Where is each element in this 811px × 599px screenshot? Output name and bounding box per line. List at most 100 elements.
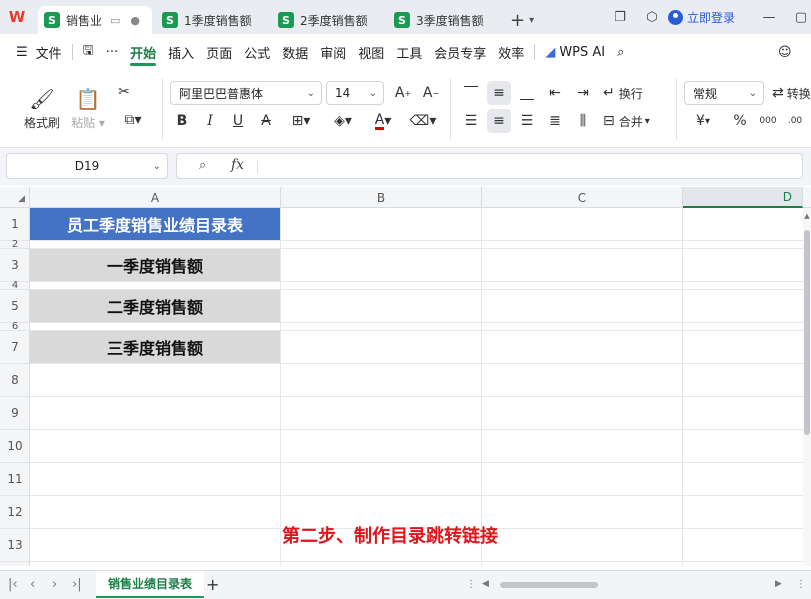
vertical-scrollbar[interactable]: ▲ bbox=[803, 208, 811, 566]
cell-a1-title[interactable]: 员工季度销售业绩目录表 bbox=[30, 208, 280, 240]
search-icon[interactable]: ⌕ bbox=[611, 34, 630, 70]
column-header-c[interactable]: C bbox=[482, 187, 683, 208]
cut-icon[interactable]: ✂ bbox=[112, 80, 136, 104]
row-header-6[interactable]: 6 bbox=[0, 321, 29, 332]
align-left-icon[interactable]: ☰ bbox=[459, 109, 483, 133]
row-header-10[interactable]: 10 bbox=[0, 430, 29, 463]
menu-insert[interactable]: 插入 bbox=[162, 34, 200, 70]
menu-member[interactable]: 会员专享 bbox=[428, 34, 492, 70]
row-header-7[interactable]: 7 bbox=[0, 331, 29, 364]
merge-button[interactable]: ⊟ 合并 ▾ bbox=[603, 109, 650, 133]
fill-color-icon[interactable]: ◈▾ bbox=[326, 109, 360, 133]
wps-logo-icon[interactable]: W bbox=[0, 0, 34, 34]
last-sheet-icon[interactable]: ›| bbox=[72, 577, 82, 592]
menu-efficiency[interactable]: 效率 bbox=[492, 34, 530, 70]
select-all-corner[interactable]: ◢ bbox=[0, 187, 30, 208]
menu-file[interactable]: 文件 bbox=[30, 34, 68, 70]
menu-view[interactable]: 视图 bbox=[352, 34, 390, 70]
row-header-4[interactable]: 4 bbox=[0, 280, 29, 291]
zoom-icon[interactable]: ⌕ bbox=[199, 158, 206, 173]
horizontal-scrollbar[interactable] bbox=[490, 580, 770, 590]
row-header-2[interactable]: 2 bbox=[0, 239, 29, 250]
italic-icon[interactable]: I bbox=[198, 109, 222, 133]
formula-input[interactable]: ⌕ fx bbox=[176, 153, 803, 179]
scroll-right-icon[interactable]: ▶ bbox=[775, 579, 782, 589]
name-box[interactable]: D19 ⌄ bbox=[6, 153, 168, 179]
next-sheet-icon[interactable]: › bbox=[52, 577, 57, 592]
menu-data[interactable]: 数据 bbox=[276, 34, 314, 70]
clear-format-icon[interactable]: ⌫▾ bbox=[406, 109, 440, 133]
wrap-text-button[interactable]: ↵ 换行 bbox=[603, 81, 643, 105]
number-format-select[interactable]: 常规 ⌄ bbox=[684, 81, 764, 105]
cell-a5-q2-link[interactable]: 二季度销售额 bbox=[30, 290, 280, 322]
font-color-icon[interactable]: A ▾ bbox=[366, 109, 400, 133]
minimize-icon[interactable]: — bbox=[759, 10, 779, 25]
doc-tab-sales-directory[interactable]: S 销售业 ▭ ● bbox=[38, 6, 152, 34]
row-header-3[interactable]: 3 bbox=[0, 249, 29, 282]
cell-grid[interactable]: 员工季度销售业绩目录表 一季度销售额 二季度销售额 三季度销售额 bbox=[30, 208, 803, 566]
decrease-font-icon[interactable]: A − bbox=[419, 81, 443, 105]
align-center-icon[interactable]: ≡ bbox=[487, 109, 511, 133]
comment-icon[interactable]: ☺ bbox=[772, 34, 798, 70]
wps-ai-button[interactable]: ◢ WPS AI bbox=[539, 34, 611, 70]
row-header-8[interactable]: 8 bbox=[0, 364, 29, 397]
menu-page[interactable]: 页面 bbox=[200, 34, 238, 70]
scroll-left-icon[interactable]: ◀ bbox=[482, 579, 489, 589]
format-painter-button[interactable]: 🖌 格式刷 bbox=[18, 80, 66, 136]
row-header-13[interactable]: 13 bbox=[0, 529, 29, 562]
row-header-12[interactable]: 12 bbox=[0, 496, 29, 529]
underline-icon[interactable]: U bbox=[226, 109, 250, 133]
increase-font-icon[interactable]: A + bbox=[391, 81, 415, 105]
menu-formula[interactable]: 公式 bbox=[238, 34, 276, 70]
vertical-scroll-thumb[interactable] bbox=[804, 230, 810, 435]
more-icon[interactable]: ··· bbox=[100, 34, 124, 70]
decimal-icon[interactable]: .00 bbox=[784, 109, 806, 133]
cell-a7-q3-link[interactable]: 三季度销售额 bbox=[30, 331, 280, 363]
maximize-icon[interactable]: ▢ bbox=[791, 10, 811, 25]
paste-button[interactable]: 📋 粘贴 ▾ bbox=[68, 80, 108, 136]
copy-icon[interactable]: ⧉▾ bbox=[116, 108, 150, 132]
login-button[interactable]: 立即登录 bbox=[667, 9, 735, 26]
column-header-a[interactable]: A bbox=[30, 187, 281, 208]
decrease-indent-icon[interactable]: ⇤ bbox=[543, 81, 567, 105]
align-top-icon[interactable]: ⎺ bbox=[459, 81, 483, 105]
cell-a3-q1-link[interactable]: 一季度销售额 bbox=[30, 249, 280, 281]
currency-button[interactable]: ¥ ▾ bbox=[686, 109, 720, 133]
menu-review[interactable]: 审阅 bbox=[314, 34, 352, 70]
bold-icon[interactable]: B bbox=[170, 109, 194, 133]
row-header-9[interactable]: 9 bbox=[0, 397, 29, 430]
menu-home[interactable]: 开始 bbox=[124, 34, 162, 70]
add-sheet-button[interactable]: + bbox=[206, 575, 219, 594]
align-bottom-icon[interactable]: ⎽ bbox=[515, 81, 539, 105]
column-header-b[interactable]: B bbox=[281, 187, 482, 208]
align-middle-icon[interactable]: ≡ bbox=[487, 81, 511, 105]
thousands-icon[interactable]: 000 bbox=[756, 109, 780, 133]
font-name-select[interactable]: 阿里巴巴普惠体 ⌄ bbox=[170, 81, 322, 105]
scroll-up-icon[interactable]: ▲ bbox=[803, 212, 811, 220]
new-tab-plus-icon[interactable]: + bbox=[510, 6, 525, 34]
convert-button[interactable]: ⇄ 转换 bbox=[772, 81, 811, 105]
font-size-select[interactable]: 14 ⌄ bbox=[326, 81, 384, 105]
increase-indent-icon[interactable]: ⇥ bbox=[571, 81, 595, 105]
row-header-5[interactable]: 5 bbox=[0, 290, 29, 323]
doc-tab-q1[interactable]: S 1季度销售额 bbox=[156, 6, 268, 34]
sheet-tab-directory[interactable]: 销售业绩目录表 bbox=[96, 571, 205, 598]
row-header-11[interactable]: 11 bbox=[0, 463, 29, 496]
horizontal-scroll-thumb[interactable] bbox=[500, 582, 598, 588]
save-icon[interactable]: 🖫 bbox=[77, 34, 100, 70]
split-handle-right-icon[interactable]: ⋮ bbox=[796, 579, 806, 590]
menu-tools[interactable]: 工具 bbox=[390, 34, 428, 70]
column-header-d[interactable]: D bbox=[683, 187, 803, 208]
justify-icon[interactable]: ≣ bbox=[543, 109, 567, 133]
cube-icon[interactable]: ⬡ bbox=[642, 10, 662, 25]
first-sheet-icon[interactable]: |‹ bbox=[8, 577, 18, 592]
align-right-icon[interactable]: ☰ bbox=[515, 109, 539, 133]
hamburger-icon[interactable]: ☰ bbox=[10, 34, 30, 70]
border-icon[interactable]: ⊞▾ bbox=[284, 109, 318, 133]
window-restore-icon[interactable]: ❐ bbox=[610, 10, 630, 25]
doc-tab-q3[interactable]: S 3季度销售额 bbox=[388, 6, 500, 34]
row-header-1[interactable]: 1 bbox=[0, 208, 29, 241]
prev-sheet-icon[interactable]: ‹ bbox=[30, 577, 35, 592]
tab-list-chevron-down-icon[interactable]: ▾ bbox=[529, 6, 534, 34]
split-handle-icon[interactable]: ⋮ bbox=[466, 579, 476, 590]
